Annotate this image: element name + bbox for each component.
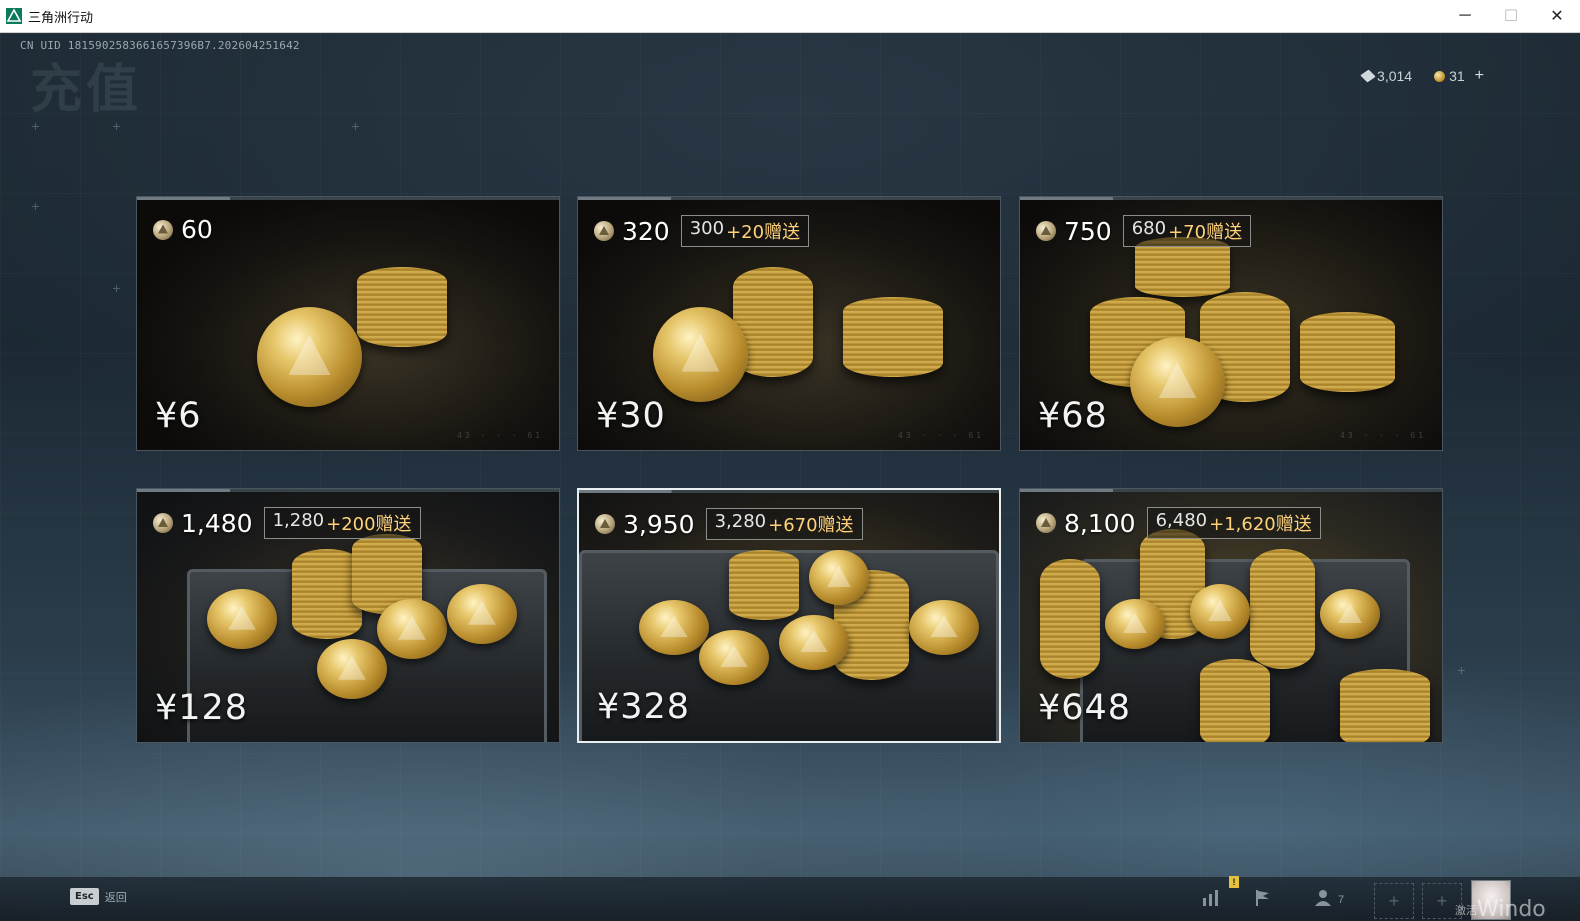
- bond-balance: 3,014: [1360, 68, 1413, 84]
- bonus-base: 1,280: [272, 510, 325, 531]
- card-top-strip: [1020, 489, 1442, 492]
- crosshair-decoration: +: [1457, 662, 1466, 678]
- package-card-3950[interactable]: 3,950 3,280 +670赠送 ¥328: [577, 488, 1001, 743]
- card-top-strip: [137, 197, 559, 200]
- card-serial: 43 · · · 61: [898, 431, 984, 440]
- window-titlebar: 三角洲行动 ─ ☐ ✕: [0, 0, 1580, 33]
- recharge-screen: + + + + + + 充值 CN UID 181590258366165739…: [0, 33, 1580, 921]
- package-amount: 1,480: [181, 508, 253, 538]
- package-card-60[interactable]: 60 ¥6 43 · · · 61: [136, 196, 560, 451]
- bond-icon: [1360, 69, 1376, 83]
- package-amount-row: 750 680 +70赠送: [1036, 215, 1252, 247]
- page-title: 充值: [30, 60, 143, 120]
- package-card-750[interactable]: 750 680 +70赠送 ¥68 43 · · · 61: [1019, 196, 1443, 451]
- alert-badge: !: [1229, 876, 1239, 888]
- package-amount-row: 60: [153, 215, 213, 244]
- package-card-1480[interactable]: 1,480 1,280 +200赠送 ¥128: [136, 488, 560, 743]
- package-amount-row: 3,950 3,280 +670赠送: [595, 508, 863, 540]
- bonus-extra: +20赠送: [726, 222, 801, 243]
- package-price: ¥6: [155, 396, 202, 436]
- windows-activation-watermark: 激活Windo: [1455, 897, 1546, 921]
- card-top-strip: [578, 197, 1000, 200]
- coin-balance: 31 +: [1434, 67, 1484, 85]
- card-top-strip: [579, 490, 999, 493]
- crosshair-decoration: +: [31, 198, 40, 214]
- card-serial: 43 · · · 61: [1340, 431, 1426, 440]
- crosshair-decoration: +: [351, 118, 360, 134]
- minimize-button[interactable]: ─: [1442, 0, 1488, 32]
- friends-icon[interactable]: [1312, 888, 1334, 910]
- back-button[interactable]: Esc 返回: [70, 888, 127, 905]
- coin-icon: [153, 513, 173, 533]
- package-price: ¥128: [155, 688, 249, 728]
- card-top-strip: [137, 489, 559, 492]
- coin-icon: [1434, 70, 1446, 82]
- package-card-320[interactable]: 320 300 +20赠送 ¥30 43 · · · 61: [577, 196, 1001, 451]
- crosshair-decoration: +: [31, 118, 40, 134]
- bonus-badge: 680 +70赠送: [1122, 215, 1252, 247]
- window-title: 三角洲行动: [28, 9, 94, 25]
- bonus-badge: 6,480 +1,620赠送: [1146, 507, 1321, 539]
- bonus-extra: +200赠送: [326, 514, 412, 535]
- stats-icon[interactable]: [1200, 888, 1222, 910]
- package-amount: 320: [622, 216, 670, 246]
- coin-icon: [1036, 221, 1056, 241]
- package-card-8100[interactable]: 8,100 6,480 +1,620赠送 ¥648: [1019, 488, 1443, 743]
- bonus-badge: 1,280 +200赠送: [263, 507, 421, 539]
- package-amount-row: 8,100 6,480 +1,620赠送: [1036, 507, 1321, 539]
- close-button[interactable]: ✕: [1534, 0, 1580, 32]
- package-amount: 60: [181, 215, 213, 244]
- package-amount-row: 320 300 +20赠送: [594, 215, 810, 247]
- maximize-button[interactable]: ☐: [1488, 0, 1534, 32]
- coin-icon: [594, 221, 614, 241]
- add-currency-button[interactable]: +: [1475, 67, 1484, 85]
- coin-amount: 31: [1449, 68, 1465, 84]
- friends-count: 7: [1338, 894, 1345, 906]
- package-amount: 3,950: [623, 509, 695, 539]
- bonus-extra: +670赠送: [768, 515, 854, 536]
- back-label: 返回: [104, 891, 127, 904]
- bond-amount: 3,014: [1377, 68, 1413, 84]
- bonus-base: 680: [1131, 218, 1167, 239]
- bonus-base: 6,480: [1155, 510, 1208, 531]
- bonus-base: 3,280: [714, 511, 767, 532]
- bonus-base: 300: [689, 218, 725, 239]
- card-top-strip: [1020, 197, 1442, 200]
- package-price: ¥30: [596, 396, 666, 436]
- package-amount-row: 1,480 1,280 +200赠送: [153, 507, 421, 539]
- package-amount: 8,100: [1064, 508, 1136, 538]
- coin-icon: [595, 514, 615, 534]
- currency-bar: 3,014 31 +: [1360, 67, 1484, 85]
- package-price: ¥648: [1038, 688, 1132, 728]
- package-price: ¥328: [597, 687, 691, 727]
- crosshair-decoration: +: [112, 280, 121, 296]
- package-price: ¥68: [1038, 396, 1108, 436]
- coin-icon: [153, 219, 173, 240]
- package-amount: 750: [1064, 216, 1112, 246]
- crosshair-decoration: +: [112, 118, 121, 134]
- coin-icon: [1036, 513, 1056, 533]
- app-logo-icon: [6, 8, 22, 24]
- background-grid: [0, 33, 1580, 921]
- esc-key: Esc: [70, 888, 99, 905]
- party-slot[interactable]: +: [1374, 883, 1414, 919]
- flag-icon[interactable]: [1252, 888, 1274, 910]
- bonus-extra: +1,620赠送: [1209, 514, 1312, 535]
- bonus-extra: +70赠送: [1168, 222, 1243, 243]
- bonus-badge: 3,280 +670赠送: [705, 508, 863, 540]
- card-serial: 43 · · · 61: [457, 431, 543, 440]
- bottom-bar: Esc 返回 ! 7 + + 激活Windo: [0, 876, 1580, 921]
- player-uid: CN UID 1815902583661657396B7.20260425164…: [20, 39, 300, 52]
- bonus-badge: 300 +20赠送: [680, 215, 810, 247]
